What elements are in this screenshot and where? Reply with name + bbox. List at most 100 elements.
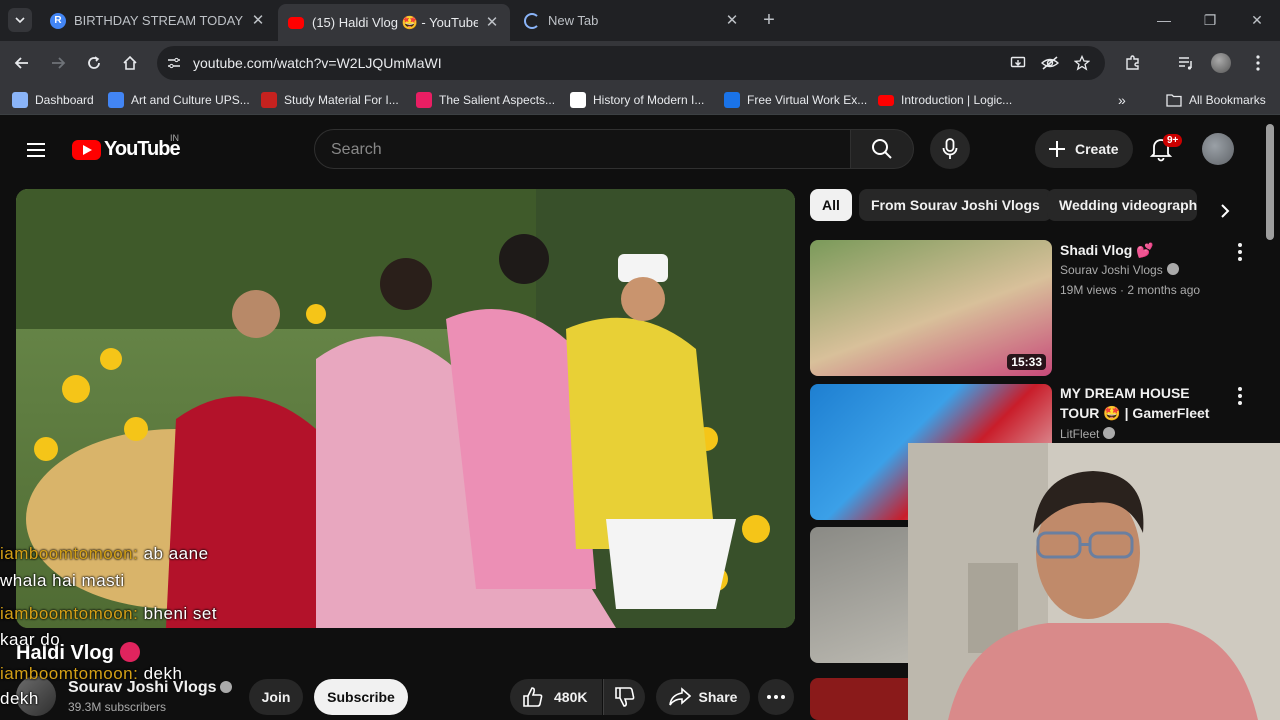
all-bookmarks-button[interactable]: All Bookmarks: [1166, 92, 1266, 108]
bookmark-introduction-logic[interactable]: Introduction | Logic...: [878, 92, 1012, 108]
reload-button[interactable]: [82, 51, 106, 75]
voice-search-button[interactable]: [930, 129, 970, 169]
tab-title: (15) Haldi Vlog 🤩 - YouTube: [312, 14, 478, 30]
youtube-masthead: YouTube IN Create 9+: [0, 116, 1264, 182]
bookmark-dashboard[interactable]: Dashboard: [12, 92, 94, 108]
bookmark-favicon-icon: [108, 92, 124, 108]
logo-text: YouTube: [104, 138, 181, 160]
site-info-icon[interactable]: [164, 53, 184, 73]
bookmark-salient-aspects[interactable]: The Salient Aspects...: [416, 92, 555, 108]
share-label: Share: [698, 689, 738, 705]
chat-message-continued: dekh: [0, 689, 39, 709]
puzzle-icon: [1126, 55, 1139, 70]
forward-button[interactable]: [46, 51, 70, 75]
window-close-button[interactable]: ✕: [1247, 10, 1267, 30]
browser-tab-strip: R BIRTHDAY STREAM TODAY| CU ✕ (15) Haldi…: [0, 0, 1280, 41]
media-controls-button[interactable]: [1174, 51, 1198, 75]
chat-message-continued: whala hai masti: [0, 571, 125, 591]
chevron-down-icon: [15, 17, 25, 24]
close-icon[interactable]: ✕: [250, 12, 266, 29]
plus-icon: [1049, 141, 1065, 157]
search-box: [314, 129, 851, 169]
notification-count-badge: 9+: [1163, 134, 1183, 147]
chip-all[interactable]: All: [810, 189, 852, 221]
install-app-icon[interactable]: [1008, 53, 1028, 73]
microphone-icon: [942, 138, 958, 159]
video-channel[interactable]: LitFleet: [1060, 427, 1116, 441]
bookmark-virtual-work[interactable]: Free Virtual Work Ex...: [724, 92, 867, 108]
search-button[interactable]: [850, 129, 914, 169]
subscribe-button[interactable]: Subscribe: [314, 679, 408, 715]
video-thumbnail[interactable]: 15:33: [810, 240, 1052, 376]
guide-menu-button[interactable]: [24, 138, 48, 162]
bookmark-favicon-icon: [261, 92, 277, 108]
chat-message-continued: kaar do: [0, 630, 60, 650]
more-actions-button[interactable]: [758, 679, 794, 715]
page-scrollbar[interactable]: [1266, 124, 1274, 240]
profile-button[interactable]: [1209, 51, 1233, 75]
create-button[interactable]: Create: [1035, 130, 1133, 168]
close-icon[interactable]: ✕: [484, 14, 500, 31]
star-struck-emoji-icon: [119, 642, 140, 662]
chevron-right-icon: [1221, 204, 1230, 218]
bookmark-label: Dashboard: [35, 93, 94, 107]
chat-message: iamboomtomoon: dekh: [0, 664, 182, 684]
video-meta: 19M views · 2 months ago: [1060, 283, 1201, 297]
like-count: 480K: [554, 689, 588, 705]
tab-title: BIRTHDAY STREAM TODAY| CU: [74, 13, 244, 28]
folder-icon: [1166, 94, 1182, 107]
bookmark-favicon-icon: [416, 92, 432, 108]
bookmark-art-culture[interactable]: Art and Culture UPS...: [108, 92, 250, 108]
home-icon: [123, 55, 137, 70]
youtube-favicon-icon: [288, 16, 304, 29]
youtube-logo[interactable]: YouTube IN: [72, 133, 181, 161]
eye-off-icon[interactable]: [1040, 53, 1060, 73]
video-title-link[interactable]: MY DREAM HOUSE TOUR 🤩 | GamerFleet: [1060, 383, 1230, 423]
video-title-link[interactable]: Shadi Vlog 💕: [1060, 240, 1230, 260]
bookmarks-overflow-button[interactable]: »: [1118, 92, 1126, 108]
reload-icon: [88, 56, 100, 69]
bookmark-star-icon[interactable]: [1072, 53, 1092, 73]
bookmark-favicon-icon: [12, 92, 28, 108]
tab-search-button[interactable]: [8, 8, 32, 32]
chip-from-channel[interactable]: From Sourav Joshi Vlogs: [859, 189, 1052, 221]
dislike-button[interactable]: [603, 679, 645, 715]
video-menu-button[interactable]: [1232, 240, 1248, 264]
chip-wedding-videography[interactable]: Wedding videography: [1047, 189, 1197, 221]
search-input[interactable]: [331, 139, 831, 161]
back-button[interactable]: [10, 51, 34, 75]
kebab-menu-icon: [1256, 55, 1260, 71]
subscriber-count: 39.3M subscribers: [68, 700, 167, 714]
thumbs-down-icon: [614, 687, 634, 707]
chat-username: iamboomtomoon:: [0, 544, 139, 563]
like-button[interactable]: 480K: [510, 679, 602, 715]
playlist-music-icon: [1179, 57, 1192, 70]
country-code: IN: [170, 133, 179, 143]
home-button[interactable]: [118, 51, 142, 75]
bookmark-favicon-icon: [724, 92, 740, 108]
extensions-button[interactable]: [1121, 51, 1145, 75]
chips-next-button[interactable]: [1210, 196, 1240, 226]
arrow-right-icon: [52, 57, 66, 69]
join-button[interactable]: Join: [249, 679, 303, 715]
tab-new-tab[interactable]: New Tab ✕: [514, 4, 750, 37]
address-bar[interactable]: youtube.com/watch?v=W2LJQUmMaWI: [157, 46, 1105, 80]
bookmark-history-modern[interactable]: History of Modern I...: [570, 92, 704, 108]
video-channel[interactable]: Sourav Joshi Vlogs: [1060, 263, 1179, 277]
tab-title: New Tab: [548, 13, 599, 28]
tab-youtube-haldi-vlog[interactable]: (15) Haldi Vlog 🤩 - YouTube ✕: [278, 4, 510, 41]
share-button[interactable]: Share: [656, 679, 750, 715]
tab-birthday-stream[interactable]: R BIRTHDAY STREAM TODAY| CU ✕: [40, 4, 276, 37]
profile-avatar-icon: [1211, 53, 1231, 73]
restore-button[interactable]: ❐: [1200, 10, 1220, 30]
close-icon[interactable]: ✕: [724, 12, 740, 29]
minimize-button[interactable]: —: [1154, 10, 1174, 30]
account-avatar[interactable]: [1202, 133, 1234, 165]
bookmark-study-material[interactable]: Study Material For I...: [261, 92, 399, 108]
webcam-overlay: [908, 443, 1280, 720]
thumbs-up-icon: [523, 687, 543, 707]
browser-menu-button[interactable]: [1246, 51, 1270, 75]
browser-toolbar: youtube.com/watch?v=W2LJQUmMaWI: [0, 41, 1280, 85]
video-menu-button[interactable]: [1232, 384, 1248, 408]
new-tab-button[interactable]: +: [759, 10, 779, 30]
